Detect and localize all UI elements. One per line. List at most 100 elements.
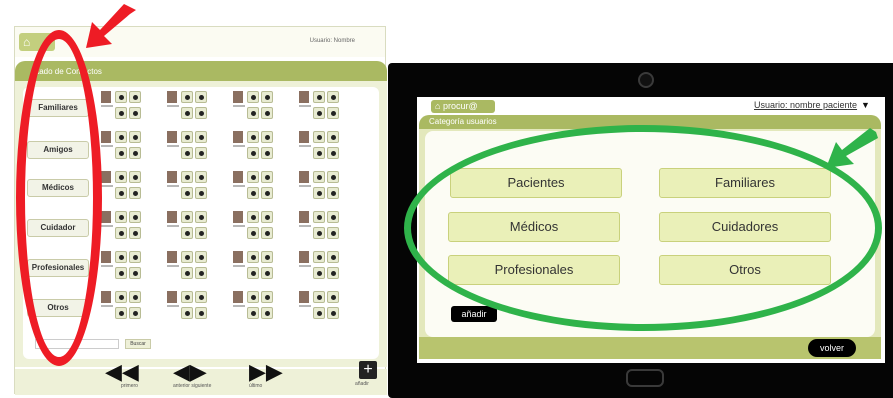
mail-icon[interactable] [115, 187, 127, 199]
video-icon[interactable] [195, 107, 207, 119]
phone-icon[interactable] [261, 211, 273, 223]
mail-icon[interactable] [181, 307, 193, 319]
person-icon[interactable] [181, 171, 193, 183]
mail-icon[interactable] [247, 227, 259, 239]
video-icon[interactable] [261, 227, 273, 239]
phone-icon[interactable] [195, 251, 207, 263]
phone-icon[interactable] [261, 91, 273, 103]
mail-icon[interactable] [115, 307, 127, 319]
contact-card[interactable] [233, 89, 293, 123]
search-button[interactable]: Buscar [125, 339, 151, 349]
phone-icon[interactable] [195, 291, 207, 303]
mail-icon[interactable] [181, 267, 193, 279]
home-button[interactable]: ⌂ procur@ [431, 100, 495, 113]
mail-icon[interactable] [247, 147, 259, 159]
contact-card[interactable] [233, 249, 293, 283]
person-icon[interactable] [181, 291, 193, 303]
contact-card[interactable] [233, 129, 293, 163]
video-icon[interactable] [261, 187, 273, 199]
contact-card[interactable] [299, 209, 359, 243]
person-icon[interactable] [115, 131, 127, 143]
person-icon[interactable] [181, 211, 193, 223]
contact-card[interactable] [101, 209, 161, 243]
phone-icon[interactable] [327, 131, 339, 143]
contact-card[interactable] [233, 169, 293, 203]
video-icon[interactable] [261, 307, 273, 319]
contact-card[interactable] [101, 89, 161, 123]
mail-icon[interactable] [313, 307, 325, 319]
mail-icon[interactable] [181, 107, 193, 119]
phone-icon[interactable] [327, 171, 339, 183]
person-icon[interactable] [313, 131, 325, 143]
video-icon[interactable] [195, 267, 207, 279]
video-icon[interactable] [129, 187, 141, 199]
mail-icon[interactable] [181, 227, 193, 239]
person-icon[interactable] [313, 251, 325, 263]
mail-icon[interactable] [313, 107, 325, 119]
tablet-home-button[interactable] [626, 369, 664, 387]
phone-icon[interactable] [129, 251, 141, 263]
person-icon[interactable] [181, 91, 193, 103]
contact-card[interactable] [101, 169, 161, 203]
phone-icon[interactable] [327, 91, 339, 103]
contact-card[interactable] [101, 249, 161, 283]
video-icon[interactable] [327, 187, 339, 199]
video-icon[interactable] [195, 227, 207, 239]
mail-icon[interactable] [115, 227, 127, 239]
mail-icon[interactable] [247, 307, 259, 319]
person-icon[interactable] [181, 131, 193, 143]
contact-card[interactable] [167, 129, 227, 163]
phone-icon[interactable] [261, 251, 273, 263]
last-page-icon[interactable]: ▶▶ [249, 361, 283, 383]
phone-icon[interactable] [195, 211, 207, 223]
video-icon[interactable] [129, 267, 141, 279]
mail-icon[interactable] [115, 107, 127, 119]
mail-icon[interactable] [247, 107, 259, 119]
phone-icon[interactable] [327, 291, 339, 303]
phone-icon[interactable] [327, 211, 339, 223]
person-icon[interactable] [313, 211, 325, 223]
prev-next-icon[interactable]: ◀▶ [173, 361, 207, 383]
contact-card[interactable] [167, 289, 227, 323]
dropdown-icon[interactable]: ▼ [861, 100, 870, 110]
phone-icon[interactable] [261, 131, 273, 143]
contact-card[interactable] [101, 289, 161, 323]
contact-card[interactable] [167, 169, 227, 203]
video-icon[interactable] [327, 307, 339, 319]
video-icon[interactable] [129, 227, 141, 239]
person-icon[interactable] [313, 91, 325, 103]
add-button[interactable]: añadir [451, 306, 497, 322]
mail-icon[interactable] [247, 267, 259, 279]
person-icon[interactable] [247, 211, 259, 223]
mail-icon[interactable] [181, 147, 193, 159]
phone-icon[interactable] [195, 131, 207, 143]
video-icon[interactable] [195, 147, 207, 159]
video-icon[interactable] [129, 107, 141, 119]
phone-icon[interactable] [261, 291, 273, 303]
phone-icon[interactable] [195, 91, 207, 103]
person-icon[interactable] [247, 291, 259, 303]
person-icon[interactable] [181, 251, 193, 263]
video-icon[interactable] [129, 147, 141, 159]
user-label[interactable]: Usuario: Nombre [310, 38, 355, 44]
phone-icon[interactable] [195, 171, 207, 183]
contact-card[interactable] [299, 249, 359, 283]
contact-card[interactable] [167, 89, 227, 123]
person-icon[interactable] [115, 291, 127, 303]
person-icon[interactable] [115, 211, 127, 223]
person-icon[interactable] [115, 91, 127, 103]
person-icon[interactable] [247, 91, 259, 103]
mail-icon[interactable] [313, 227, 325, 239]
phone-icon[interactable] [129, 91, 141, 103]
contact-card[interactable] [167, 249, 227, 283]
mail-icon[interactable] [313, 267, 325, 279]
contact-card[interactable] [299, 89, 359, 123]
phone-icon[interactable] [129, 171, 141, 183]
person-icon[interactable] [115, 251, 127, 263]
contact-card[interactable] [299, 169, 359, 203]
contact-card[interactable] [233, 209, 293, 243]
mail-icon[interactable] [115, 267, 127, 279]
video-icon[interactable] [327, 147, 339, 159]
first-page-icon[interactable]: ◀◀ [105, 361, 139, 383]
person-icon[interactable] [247, 131, 259, 143]
